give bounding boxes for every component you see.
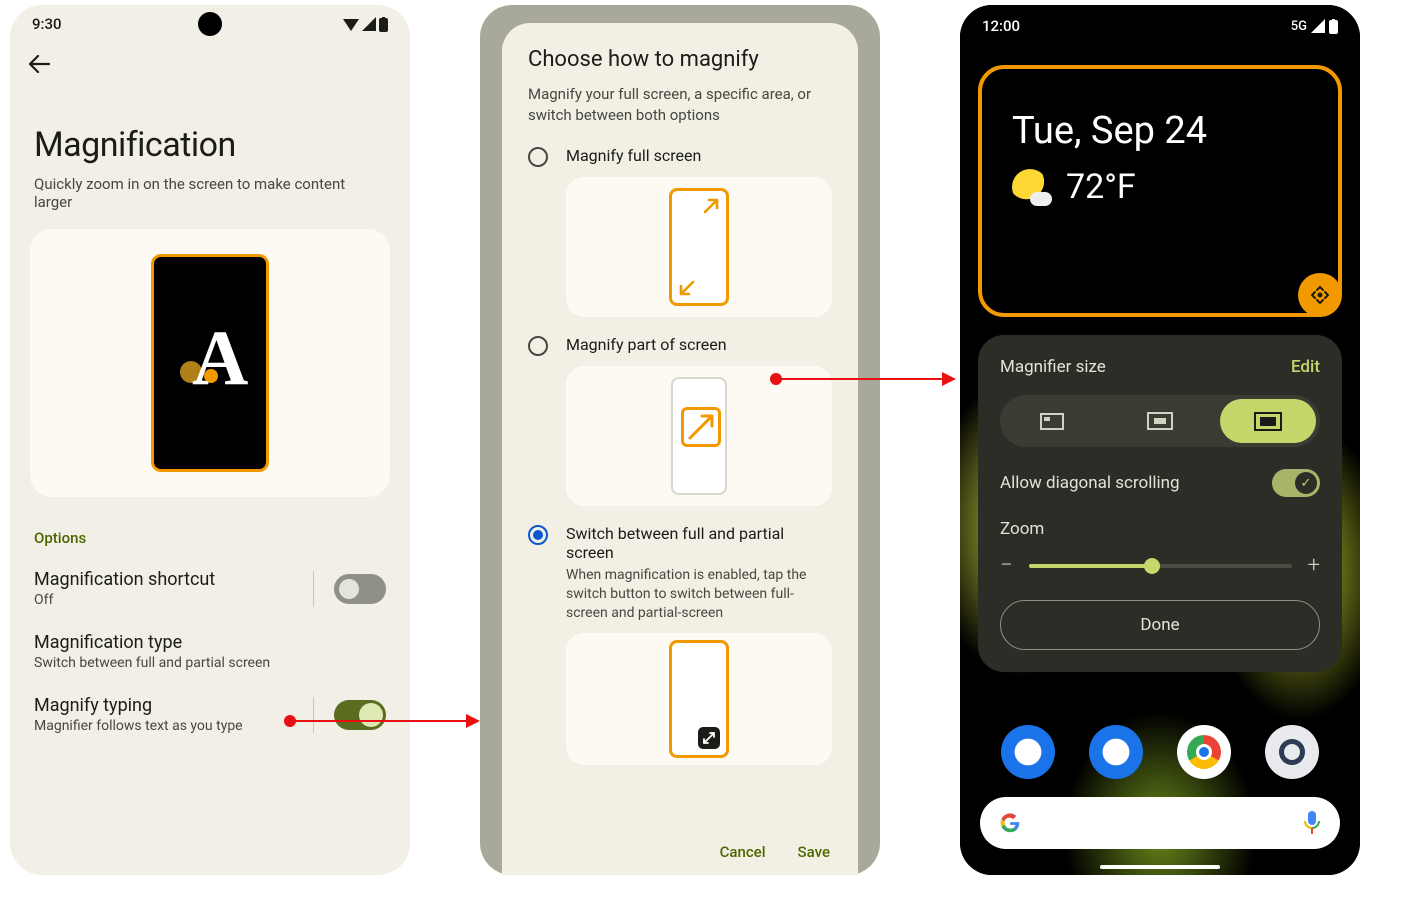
signal-icon [362,17,376,31]
dock [960,725,1360,779]
magnifier-settings-panel: Magnifier size Edit Allow diagonal scrol… [978,335,1342,672]
divider [313,571,314,607]
option-description: When magnification is enabled, tap the s… [566,566,832,623]
magnification-preview: A [30,229,390,497]
phone-app-icon[interactable] [1001,725,1055,779]
option-switch-preview [566,633,832,765]
magnify-type-dialog-screen: Choose how to magnify Magnify your full … [480,5,880,875]
expand-ne-icon [702,197,720,215]
section-label-options: Options [10,497,410,557]
dialog-title: Choose how to magnify [528,47,832,72]
size-medium-icon [1147,412,1173,430]
wifi-icon [343,17,359,31]
zoom-decrease-button[interactable]: − [1000,553,1013,578]
signal-icon [1311,19,1325,33]
option-label: Magnify full screen [566,146,701,165]
allow-diagonal-label: Allow diagonal scrolling [1000,473,1180,493]
option-full-screen[interactable]: Magnify full screen [528,146,832,167]
option-switch[interactable]: Switch between full and partial screen W… [528,524,832,623]
zoom-label: Zoom [1000,519,1320,539]
row-value: Switch between full and partial screen [34,655,386,671]
allow-diagonal-toggle[interactable] [1272,469,1320,497]
size-large-button[interactable] [1220,399,1316,443]
camera-cutout [198,12,222,36]
radio-icon[interactable] [528,336,548,356]
row-value: Magnifier follows text as you type [34,718,299,734]
status-icons [343,17,388,32]
magnifier-move-handle[interactable] [1298,273,1342,317]
chrome-app-icon[interactable] [1177,725,1231,779]
battery-icon [379,17,388,32]
row-magnification-shortcut[interactable]: Magnification shortcut Off [10,557,410,620]
slider-thumb[interactable] [1144,558,1160,574]
mic-icon[interactable] [1302,810,1322,836]
settings-magnification-screen: 9:30 Magnification Quickly zoom in on th… [10,5,410,875]
size-option-group [1000,395,1320,447]
zoom-slider-row: − + [1000,553,1320,578]
expand-icon [684,410,718,444]
gesture-nav-handle[interactable] [1100,865,1220,869]
preview-device: A [151,254,269,472]
size-small-button[interactable] [1004,399,1100,443]
page-title: Magnification [10,73,410,175]
row-value: Off [34,592,299,608]
weather-icon [1012,169,1048,205]
panel-title: Magnifier size [1000,357,1106,377]
google-g-icon [998,811,1022,835]
status-bar: 12:00 5G [960,5,1360,41]
page-subtitle: Quickly zoom in on the screen to make co… [10,175,410,229]
widget-date: Tue, Sep 24 [982,69,1338,167]
typing-toggle[interactable] [334,700,386,730]
row-label: Magnify typing [34,695,299,716]
widget-weather: 72°F [982,167,1338,207]
dialog-subtitle: Magnify your full screen, a specific are… [528,84,832,126]
option-part-screen[interactable]: Magnify part of screen [528,335,832,356]
done-button[interactable]: Done [1000,600,1320,650]
size-large-icon [1254,412,1282,431]
option-label: Switch between full and partial screen [566,524,832,562]
widget-temp: 72°F [1066,167,1136,207]
home-magnifier-overlay-screen: 12:00 5G Tue, Sep 24 72°F Magnifier size… [960,5,1360,875]
network-label: 5G [1291,19,1307,34]
expand-sw-icon [678,279,696,297]
status-bar: 9:30 [10,5,410,37]
row-label: Magnification shortcut [34,569,299,590]
switch-badge-icon [698,727,720,749]
preview-letter: A [192,313,248,403]
row-magnify-typing[interactable]: Magnify typing Magnifier follows text as… [10,683,410,746]
battery-icon [1329,19,1338,34]
divider [313,697,314,733]
row-magnification-type[interactable]: Magnification type Switch between full a… [10,620,410,683]
status-time: 9:30 [32,15,62,33]
dialog-sheet: Choose how to magnify Magnify your full … [502,23,858,875]
row-label: Magnification type [34,632,386,653]
radio-icon[interactable] [528,525,548,545]
messages-app-icon[interactable] [1089,725,1143,779]
save-button[interactable]: Save [798,843,830,861]
option-part-preview [566,366,832,506]
edit-button[interactable]: Edit [1291,357,1320,377]
search-bar[interactable] [980,797,1340,849]
back-button[interactable] [10,37,410,73]
flow-arrow-2 [776,378,954,380]
size-medium-button[interactable] [1112,399,1208,443]
zoom-increase-button[interactable]: + [1308,553,1320,578]
size-small-icon [1040,413,1064,430]
radio-icon[interactable] [528,147,548,167]
option-full-preview [566,177,832,317]
shortcut-toggle[interactable] [334,574,386,604]
zoom-slider[interactable] [1029,564,1292,568]
option-label: Magnify part of screen [566,335,727,354]
cancel-button[interactable]: Cancel [720,843,766,861]
flow-arrow-1 [290,720,478,722]
camera-app-icon[interactable] [1265,725,1319,779]
magnifier-window[interactable]: Tue, Sep 24 72°F [978,65,1342,317]
status-time: 12:00 [982,17,1020,35]
